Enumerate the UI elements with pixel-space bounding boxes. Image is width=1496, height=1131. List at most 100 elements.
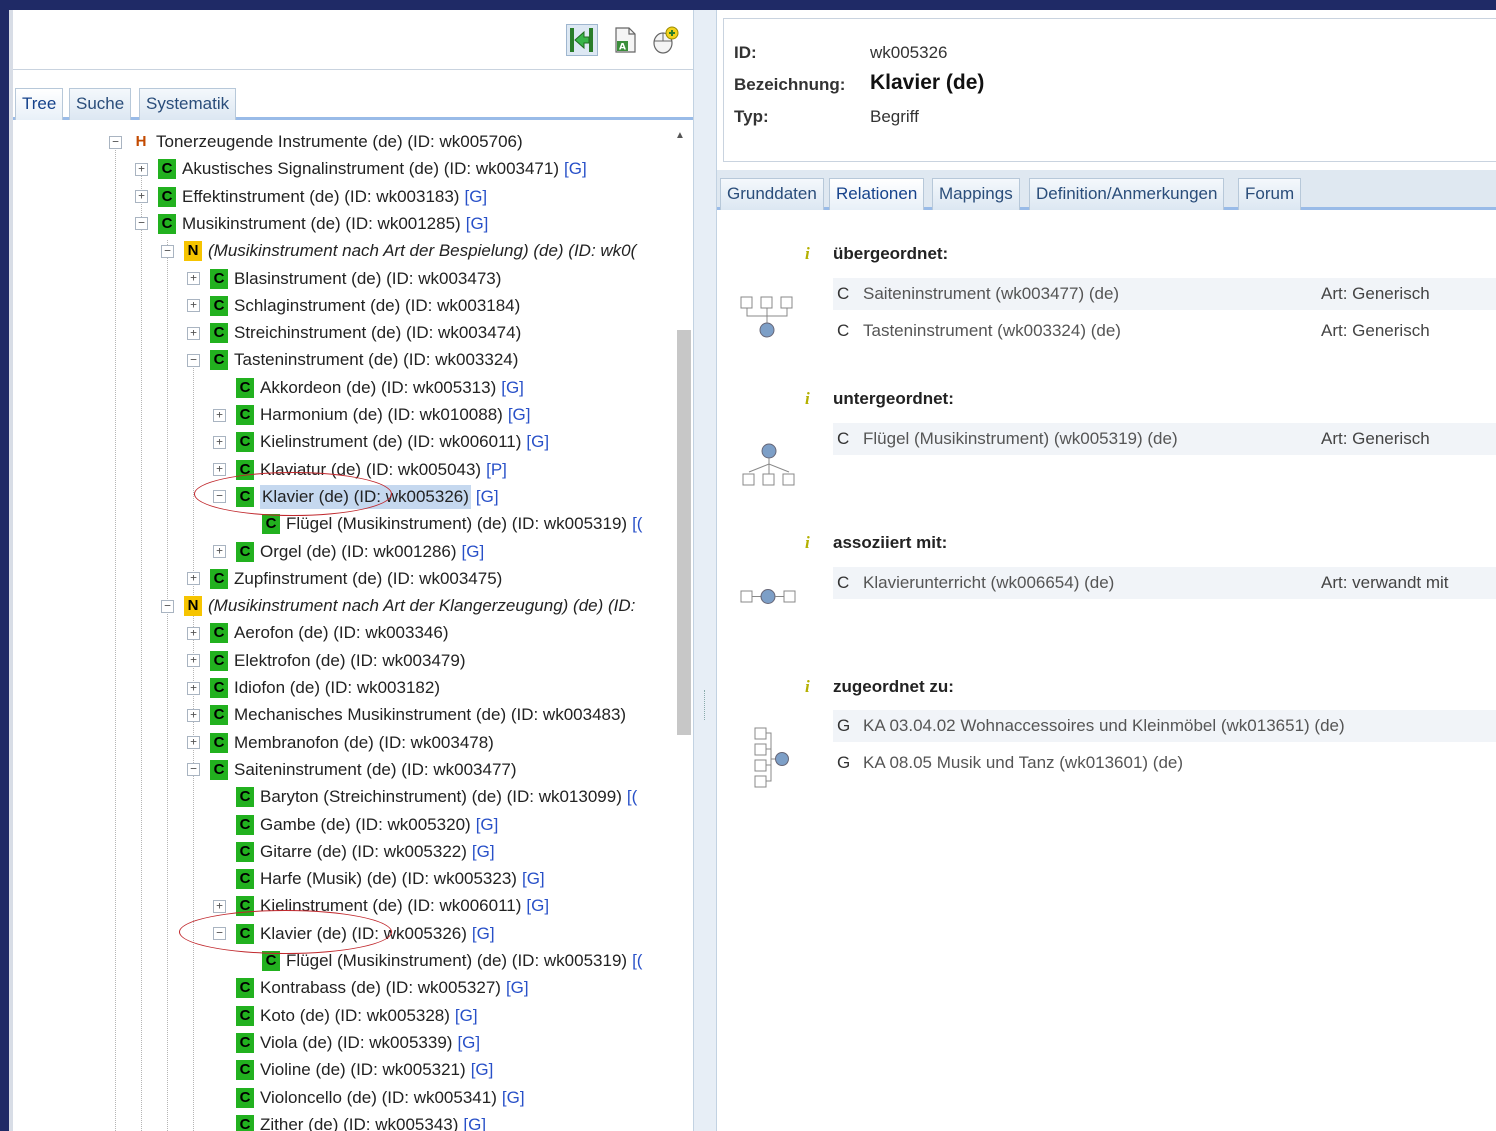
collapse-icon[interactable]: − <box>161 244 174 258</box>
expand-icon[interactable]: + <box>187 326 200 340</box>
tree-node[interactable]: + C Akustisches Signalinstrument (de) (ID:… <box>135 157 587 181</box>
expand-icon[interactable]: + <box>187 736 200 750</box>
expand-icon[interactable]: + <box>187 708 200 722</box>
tree-node-label[interactable]: Gitarre (de) (ID: wk005322) <box>260 840 467 864</box>
relation-row[interactable]: G KA 08.05 Musik und Tanz (wk013601) (de… <box>833 747 1496 779</box>
expand-icon[interactable]: + <box>187 654 200 668</box>
tree-node-label[interactable]: Gambe (de) (ID: wk005320) <box>260 813 471 837</box>
tree-node-link[interactable]: [G] <box>463 1113 486 1131</box>
tree-node-link[interactable]: [( <box>632 512 642 536</box>
tree-node[interactable]: C Koto (de) (ID: wk005328) [G] <box>213 1004 478 1028</box>
tree-node-label[interactable]: Violine (de) (ID: wk005321) <box>260 1058 466 1082</box>
tree-node[interactable]: + C Blasinstrument (de) (ID: wk003473) <box>187 267 501 291</box>
tab-grunddaten[interactable]: Grunddaten <box>720 178 824 210</box>
tree-node[interactable]: C Gitarre (de) (ID: wk005322) [G] <box>213 840 495 864</box>
collapse-icon[interactable]: − <box>187 763 200 777</box>
tab-definition-anmerkungen[interactable]: Definition/Anmerkungen <box>1029 178 1225 210</box>
tree-node-link[interactable]: [G] <box>508 403 531 427</box>
tree-node-label[interactable]: Schlaginstrument (de) (ID: wk003184) <box>234 294 520 318</box>
tree-node-label[interactable]: Violoncello (de) (ID: wk005341) <box>260 1086 497 1110</box>
panel-splitter[interactable] <box>693 10 717 1131</box>
collapse-icon[interactable]: − <box>135 217 148 231</box>
tree-node-link[interactable]: [G] <box>472 922 495 946</box>
expand-icon[interactable]: + <box>213 463 226 477</box>
expand-icon[interactable]: + <box>213 545 226 558</box>
tree-node-label[interactable]: Mechanisches Musikinstrument (de) (ID: w… <box>234 703 626 727</box>
tree-node-label[interactable]: Tonerzeugende Instrumente (de) (ID: wk00… <box>156 130 523 154</box>
tab-mappings[interactable]: Mappings <box>932 178 1020 210</box>
export-document-button[interactable]: A <box>609 24 641 56</box>
tree-node-label[interactable]: (Musikinstrument nach Art der Klangerzeu… <box>208 594 635 618</box>
tree-node-link[interactable]: [G] <box>506 976 529 1000</box>
tree-node-label[interactable]: Baryton (Streichinstrument) (de) (ID: wk… <box>260 785 622 809</box>
tree-node-link[interactable]: [( <box>632 949 642 973</box>
tree-node-link[interactable]: [G] <box>502 1086 525 1110</box>
info-icon[interactable]: i <box>805 677 810 697</box>
tree-node-label[interactable]: Orgel (de) (ID: wk001286) <box>260 540 457 564</box>
tree-node-label[interactable]: Streichinstrument (de) (ID: wk003474) <box>234 321 521 345</box>
tree-node-label[interactable]: Kielinstrument (de) (ID: wk006011) <box>260 430 521 454</box>
tree-node-label[interactable]: Idiofon (de) (ID: wk003182) <box>234 676 440 700</box>
tree-node-label[interactable]: Akustisches Signalinstrument (de) (ID: w… <box>182 157 559 181</box>
tree-node-label[interactable]: Viola (de) (ID: wk005339) <box>260 1031 452 1055</box>
tree-node-label[interactable]: Musikinstrument (de) (ID: wk001285) <box>182 212 461 236</box>
tree-node[interactable]: + C Harmonium (de) (ID: wk010088) [G] <box>213 403 530 427</box>
tree-node-link[interactable]: [G] <box>564 157 587 181</box>
info-icon[interactable]: i <box>805 389 810 409</box>
expand-icon[interactable]: + <box>187 572 200 586</box>
tree-node-label[interactable]: Elektrofon (de) (ID: wk003479) <box>234 649 466 673</box>
add-click-button[interactable] <box>649 24 681 56</box>
tree-node-link[interactable]: [G] <box>455 1004 478 1028</box>
tree-node[interactable]: C Akkordeon (de) (ID: wk005313) [G] <box>213 376 524 400</box>
tree-node-link[interactable]: [( <box>627 785 637 809</box>
tree-node-label[interactable]: Kontrabass (de) (ID: wk005327) <box>260 976 501 1000</box>
expand-icon[interactable]: + <box>187 681 200 695</box>
tree-node[interactable]: C Gambe (de) (ID: wk005320) [G] <box>213 813 498 837</box>
tree-node-link[interactable]: [G] <box>476 485 499 509</box>
info-icon[interactable]: i <box>805 244 810 264</box>
scroll-up-arrow-icon[interactable]: ▲ <box>673 130 687 144</box>
relation-row[interactable]: C Klavierunterricht (wk006654) (de) Art:… <box>833 567 1496 599</box>
tree-node[interactable]: + C Mechanisches Musikinstrument (de) (ID:… <box>187 703 626 727</box>
tree-node[interactable]: − C Tasteninstrument (de) (ID: wk003324) <box>187 348 518 372</box>
tree-node[interactable]: + C Streichinstrument (de) (ID: wk003474) <box>187 321 521 345</box>
expand-icon[interactable]: + <box>135 190 148 204</box>
expand-icon[interactable]: + <box>213 408 226 422</box>
tree-node[interactable]: C Zither (de) (ID: wk005343) [G] <box>213 1113 486 1131</box>
tree-node[interactable]: C Violine (de) (ID: wk005321) [G] <box>213 1058 493 1082</box>
tree-node[interactable]: + C Orgel (de) (ID: wk001286) [G] <box>213 540 484 564</box>
tree-node-label[interactable]: Zupfinstrument (de) (ID: wk003475) <box>234 567 502 591</box>
expand-icon[interactable]: + <box>187 626 200 640</box>
tab-suche[interactable]: Suche <box>69 88 132 120</box>
tab-relationen[interactable]: Relationen <box>829 178 925 210</box>
tree-node[interactable]: + C Zupfinstrument (de) (ID: wk003475) <box>187 567 502 591</box>
tree-node[interactable]: + C Membranofon (de) (ID: wk003478) <box>187 731 494 755</box>
tree-node-link[interactable]: [G] <box>476 813 499 837</box>
tree-node[interactable]: − H Tonerzeugende Instrumente (de) (ID: wk… <box>109 130 523 154</box>
tree-node[interactable]: C Kontrabass (de) (ID: wk005327) [G] <box>213 976 529 1000</box>
tree-node[interactable]: − N (Musikinstrument nach Art der Klangerz… <box>161 594 635 618</box>
tree-node[interactable]: + C Kielinstrument (de) (ID: wk006011) [G] <box>213 430 549 454</box>
relation-row[interactable]: G KA 03.04.02 Wohnaccessoires und Kleinm… <box>833 710 1496 742</box>
tree-node-label[interactable]: (Musikinstrument nach Art der Bespielung… <box>208 239 636 263</box>
tab-forum[interactable]: Forum <box>1238 178 1302 210</box>
tree-node-label[interactable]: Aerofon (de) (ID: wk003346) <box>234 621 449 645</box>
tree-node-link[interactable]: [G] <box>457 1031 480 1055</box>
tree-node-link[interactable]: [G] <box>466 212 489 236</box>
tree-node-label[interactable]: Flügel (Musikinstrument) (de) (ID: wk005… <box>286 949 627 973</box>
tree-node-label[interactable]: Blasinstrument (de) (ID: wk003473) <box>234 267 501 291</box>
tree-node[interactable]: + C Effektinstrument (de) (ID: wk003183) [G… <box>135 185 487 209</box>
tree-node-label[interactable]: Membranofon (de) (ID: wk003478) <box>234 731 494 755</box>
tree-node-link[interactable]: [G] <box>462 540 485 564</box>
tree-node-label[interactable]: Harfe (Musik) (de) (ID: wk005323) <box>260 867 517 891</box>
tree-node[interactable]: C Baryton (Streichinstrument) (de) (ID: w… <box>213 785 637 809</box>
tree-node[interactable]: + C Schlaginstrument (de) (ID: wk003184) <box>187 294 520 318</box>
tree-node-label[interactable]: Effektinstrument (de) (ID: wk003183) <box>182 185 459 209</box>
info-icon[interactable]: i <box>805 533 810 553</box>
expand-icon[interactable]: + <box>213 435 226 449</box>
tree-node-link[interactable]: [G] <box>526 430 549 454</box>
tree-node-label[interactable]: Saiteninstrument (de) (ID: wk003477) <box>234 758 517 782</box>
tree-node-link[interactable]: [G] <box>471 1058 494 1082</box>
expand-icon[interactable]: + <box>135 162 148 176</box>
tree-node[interactable]: C Violoncello (de) (ID: wk005341) [G] <box>213 1086 525 1110</box>
